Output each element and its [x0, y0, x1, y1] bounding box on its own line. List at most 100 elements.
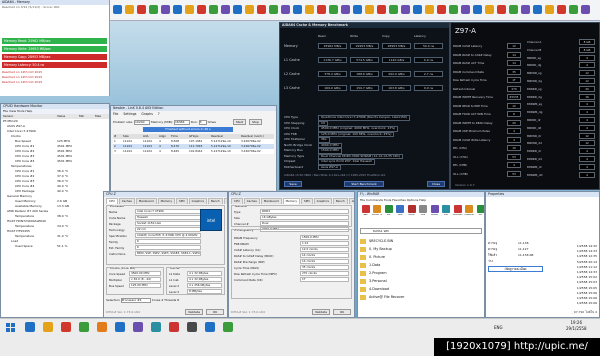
app-icon[interactable]: [365, 5, 374, 14]
app-icon[interactable]: [425, 5, 434, 14]
taskbar-clock[interactable]: 19:26 29/1/2558: [566, 320, 587, 332]
taskbar-tray[interactable]: ENG: [494, 325, 503, 330]
app-icon[interactable]: [521, 5, 530, 14]
winrar-window[interactable]: F:\ - WinRAR File Commands Tools Favorit…: [357, 191, 485, 318]
linx-menu-item[interactable]: File: [113, 112, 118, 116]
cpuz-cpu-window[interactable]: CPU-Z CPU Caches Mainboard Memory SPD Graphic…: [103, 191, 228, 318]
cpuz-cpu-title[interactable]: CPU-Z: [104, 192, 227, 197]
cpuz-tab[interactable]: Bench: [207, 198, 223, 204]
cpuz-tab[interactable]: Graphics: [188, 198, 207, 204]
app-icon[interactable]: [185, 5, 194, 14]
linx-table-row[interactable]: 3 11104 11104 4 8.465 101.8442 5.127129e-10 3.2…: [113, 149, 274, 154]
winrar-tool-button[interactable]: Test: [383, 204, 394, 224]
taskbar-app-icon[interactable]: [133, 322, 143, 332]
winrar-menu[interactable]: File Commands Tools Favorites Options He…: [360, 198, 426, 203]
app-icon[interactable]: [461, 5, 470, 14]
winrar-tool-button[interactable]: Info: [441, 204, 452, 224]
cpuz-tab[interactable]: Graphics: [313, 198, 332, 204]
taskbar-app-icon[interactable]: [169, 322, 179, 332]
linx-window[interactable]: Newbie - LinX 0.6.4 AVX Edition File Sett…: [110, 105, 277, 197]
winrar-title[interactable]: F:\ - WinRAR: [358, 192, 484, 197]
linx-menu-item[interactable]: Settings: [123, 112, 136, 116]
start-icon[interactable]: [6, 323, 16, 333]
cpuz-tab[interactable]: Memory: [282, 198, 300, 204]
winrar-tool-button[interactable]: Find: [418, 204, 429, 224]
aida64-start-button[interactable]: Start Benchmark: [344, 181, 384, 187]
app-icon[interactable]: [437, 5, 446, 14]
app-icon[interactable]: [533, 5, 542, 14]
winrar-file-row[interactable]: $RECYCLE.BIN: [360, 237, 482, 245]
app-icon[interactable]: [233, 5, 242, 14]
app-icon[interactable]: [413, 5, 422, 14]
linx-stop-button[interactable]: Stop: [249, 119, 262, 125]
app-icon[interactable]: [281, 5, 290, 14]
app-icon[interactable]: [329, 5, 338, 14]
taskbar-app-icon[interactable]: [223, 322, 233, 332]
app-icon[interactable]: [149, 5, 158, 14]
winrar-file-row[interactable]: 3.Personal: [360, 277, 482, 285]
taskbar-app-icon[interactable]: [79, 322, 89, 332]
run-times-input[interactable]: 3: [198, 119, 207, 125]
app-icon[interactable]: [137, 5, 146, 14]
app-icon[interactable]: [161, 5, 170, 14]
problem-size-input[interactable]: 10240: [134, 119, 151, 125]
app-icon[interactable]: [389, 5, 398, 14]
cpuz-tab[interactable]: Mainboard: [135, 198, 157, 204]
aida64-close-button[interactable]: Close: [427, 181, 445, 187]
app-icon[interactable]: [125, 5, 134, 14]
aida64-window[interactable]: AIDA64 Cache & Memory Benchmark Read Wri…: [279, 22, 450, 190]
memory-input[interactable]: 16384: [173, 119, 190, 125]
cpuz-memory-title[interactable]: CPU-Z: [229, 192, 354, 197]
app-icon[interactable]: [581, 5, 590, 14]
app-icon[interactable]: [317, 5, 326, 14]
hwmonitor-window[interactable]: CPUID Hardware Monitor File View Tools H…: [0, 103, 110, 318]
winrar-tool-button[interactable]: Comment: [464, 204, 475, 224]
hwmonitor-row[interactable]: Used Space 51.1 %: [1, 244, 109, 249]
cpuz-tab[interactable]: SPD: [300, 198, 313, 204]
app-icon[interactable]: [449, 5, 458, 14]
winrar-tool-button[interactable]: VirusScan: [452, 204, 463, 224]
aida64-save-button[interactable]: Save: [284, 181, 302, 187]
cpuz2-ok-button[interactable]: OK: [333, 309, 351, 315]
taskbar-app-icon[interactable]: [25, 322, 35, 332]
app-icon[interactable]: [173, 5, 182, 14]
app-icon[interactable]: [209, 5, 218, 14]
language-indicator[interactable]: ENG: [494, 325, 503, 330]
cpuz2-validate-button[interactable]: Validate: [312, 309, 330, 315]
selection-dropdown[interactable]: Processor #1: [120, 297, 151, 303]
aida64-title[interactable]: AIDA64 Cache & Memory Benchmark: [280, 23, 449, 28]
cpuz-validate-button[interactable]: Validate: [185, 309, 203, 315]
cpuz-tab[interactable]: Memory: [157, 198, 175, 204]
app-icon[interactable]: [269, 5, 278, 14]
app-icon[interactable]: [377, 5, 386, 14]
winrar-tool-button[interactable]: Add: [360, 204, 371, 224]
cpuz-tab[interactable]: Mainboard: [260, 198, 282, 204]
properties-details-button[interactable]: เปิดดูรายละเอียด: [488, 266, 543, 272]
taskbar-app-icon[interactable]: [115, 322, 125, 332]
winrar-file-row[interactable]: Active@ File Recover: [360, 293, 482, 301]
app-icon[interactable]: [221, 5, 230, 14]
app-icon[interactable]: [401, 5, 410, 14]
app-icon[interactable]: [293, 5, 302, 14]
app-icon[interactable]: [305, 5, 314, 14]
app-icon[interactable]: [497, 5, 506, 14]
cpuz-tab[interactable]: Bench: [332, 198, 348, 204]
taskbar-app-icon[interactable]: [61, 322, 71, 332]
app-icon[interactable]: [245, 5, 254, 14]
app-icon[interactable]: [509, 5, 518, 14]
cpuz-tab[interactable]: SPD: [175, 198, 188, 204]
winrar-tool-button[interactable]: Extract To: [372, 204, 383, 224]
z97-window[interactable]: Z97-A DRAM CAS# Latency 12 DRAM RAS# to CA…: [450, 22, 600, 190]
taskbar-app-icon[interactable]: [43, 322, 53, 332]
winrar-tool-button[interactable]: View: [395, 204, 406, 224]
winrar-tool-button[interactable]: SFX: [475, 204, 484, 224]
app-icon[interactable]: [353, 5, 362, 14]
taskbar-app-icon[interactable]: [97, 322, 107, 332]
cpuz-tab[interactable]: About: [348, 198, 354, 204]
cpuz-ok-button[interactable]: OK: [206, 309, 224, 315]
winrar-file-row[interactable]: 2.Program: [360, 269, 482, 277]
app-icon[interactable]: [569, 5, 578, 14]
app-icon[interactable]: [473, 5, 482, 14]
taskbar-app-icon[interactable]: [151, 322, 161, 332]
app-icon[interactable]: [485, 5, 494, 14]
